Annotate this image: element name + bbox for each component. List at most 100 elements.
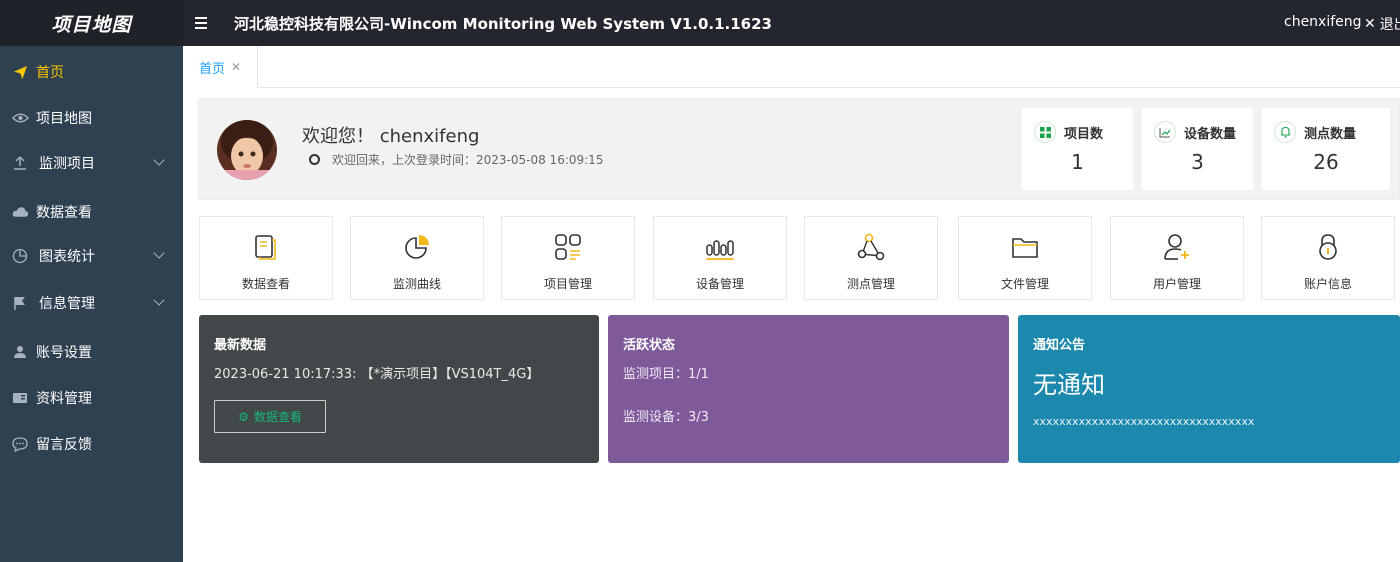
upload-icon [11, 154, 29, 172]
user-name[interactable]: chenxifeng [1284, 14, 1362, 30]
logout-button[interactable]: ✕ 退出 [1364, 14, 1400, 34]
user-icon [11, 343, 29, 361]
sidebar-item-project-map[interactable]: 项目地图 [0, 98, 183, 138]
sidebar-item-data-view[interactable]: 数据查看 [0, 192, 183, 232]
pie-chart-icon [11, 247, 29, 265]
nodes-icon [856, 232, 886, 262]
panel-title: 通知公告 [1033, 338, 1086, 353]
sidebar-item-label: 信息管理 [39, 296, 95, 312]
last-login-text: 欢迎回来，上次登录时间：2023-05-08 16:09:15 [332, 153, 604, 167]
user-add-icon [1162, 232, 1192, 262]
stat-card-projects: 项目数 1 [1022, 108, 1133, 190]
sidebar-item-material-manage[interactable]: 资料管理 [0, 378, 183, 418]
sidebar-item-info-manage[interactable]: 信息管理 [0, 283, 183, 323]
quick-link-point-manage[interactable]: 测点管理 [804, 216, 938, 300]
logo[interactable]: 项目地图 [0, 0, 183, 46]
quick-link-label: 测点管理 [846, 277, 895, 291]
notice-text: xxxxxxxxxxxxxxxxxxxxxxxxxxxxxxxxxx [1033, 415, 1255, 428]
stat-label: 设备数量 [1184, 126, 1237, 142]
sidebar-item-label: 数据查看 [36, 205, 92, 221]
quick-link-label: 项目管理 [543, 277, 592, 291]
gear-icon: ⚙ [238, 409, 249, 424]
quick-link-label: 用户管理 [1152, 277, 1201, 291]
chevron-down-icon [153, 294, 165, 306]
sidebar-item-label: 项目地图 [36, 111, 92, 127]
latest-data-panel: 最新数据 2023-06-21 10:17:33: 【*演示项目】【VS104T… [199, 315, 599, 463]
notice-panel: 通知公告 无通知 xxxxxxxxxxxxxxxxxxxxxxxxxxxxxxx… [1018, 315, 1400, 463]
sidebar-item-label: 图表统计 [39, 249, 95, 265]
sidebar-item-chart-stats[interactable]: 图表统计 [0, 236, 183, 276]
sidebar-item-label: 账号设置 [36, 345, 92, 361]
avatar [217, 120, 277, 180]
apps-icon [553, 232, 583, 262]
logo-text: 项目地图 [51, 13, 132, 36]
stat-label: 测点数量 [1304, 126, 1357, 142]
clock-icon [309, 154, 320, 165]
sidebar-item-label: 首页 [36, 65, 64, 81]
sidebar-item-home[interactable]: 首页 [0, 52, 183, 92]
quick-link-label: 文件管理 [1000, 277, 1049, 291]
sidebar-item-label: 资料管理 [36, 391, 92, 407]
stat-value: 26 [1313, 150, 1339, 174]
latest-data-text: 2023-06-21 10:17:33: 【*演示项目】【VS104T_4G】 [214, 367, 540, 382]
quick-link-monitor-curve[interactable]: 监测曲线 [350, 216, 484, 300]
sidebar-item-label: 留言反馈 [36, 437, 92, 453]
chart-icon [1154, 121, 1176, 143]
send-icon [11, 63, 29, 81]
pie-chart-icon [402, 232, 432, 262]
panel-title: 活跃状态 [623, 338, 676, 353]
quick-link-label: 数据查看 [241, 277, 290, 291]
quick-link-label: 监测曲线 [392, 277, 441, 291]
stat-label: 项目数 [1064, 126, 1104, 142]
quick-link-label: 账户信息 [1303, 277, 1352, 291]
welcome-greeting: 欢迎您！ chenxifeng [302, 126, 480, 147]
sidebar-item-monitor-project[interactable]: 监测项目 [0, 143, 183, 183]
lock-icon [1313, 232, 1343, 262]
panel-title: 最新数据 [214, 338, 267, 353]
quick-link-file-manage[interactable]: 文件管理 [958, 216, 1092, 300]
active-status-panel: 活跃状态 监测项目：1/1 监测设备：3/3 [608, 315, 1009, 463]
tab-home[interactable]: 首页 ✕ [183, 46, 258, 88]
chevron-down-icon [153, 247, 165, 259]
quick-link-device-manage[interactable]: 设备管理 [653, 216, 787, 300]
close-icon[interactable]: ✕ [231, 60, 241, 74]
grid-icon [1034, 121, 1056, 143]
monitor-devices-status: 监测设备：3/3 [623, 410, 709, 425]
quick-link-project-manage[interactable]: 项目管理 [501, 216, 635, 300]
chat-bubble-icon [11, 435, 29, 453]
system-title: 河北稳控科技有限公司-Wincom Monitoring Web System … [234, 15, 772, 33]
monitor-projects-status: 监测项目：1/1 [623, 367, 709, 382]
quick-link-user-manage[interactable]: 用户管理 [1110, 216, 1244, 300]
notice-headline: 无通知 [1033, 371, 1105, 399]
stat-value: 3 [1191, 150, 1204, 174]
sidebar-item-label: 监测项目 [39, 156, 95, 172]
id-card-icon [11, 389, 29, 407]
logout-label: 退出 [1379, 17, 1400, 33]
sidebar-item-account-settings[interactable]: 账号设置 [0, 332, 183, 372]
chevron-down-icon [153, 154, 165, 166]
flag-icon [11, 294, 29, 312]
sidebar-item-feedback[interactable]: 留言反馈 [0, 424, 183, 464]
menu-toggle-icon[interactable] [195, 12, 209, 32]
stat-card-devices: 设备数量 3 [1142, 108, 1253, 190]
main-content: 欢迎您！ chenxifeng 欢迎回来，上次登录时间：2023-05-08 1… [183, 88, 1400, 562]
cloud-icon [11, 203, 29, 221]
data-view-button[interactable]: ⚙ 数据查看 [214, 400, 326, 433]
quick-link-data-view[interactable]: 数据查看 [199, 216, 333, 300]
document-icon [251, 232, 281, 262]
quick-link-account-info[interactable]: 账户信息 [1261, 216, 1395, 300]
bar-chart-icon [705, 232, 735, 262]
bell-icon [1274, 121, 1296, 143]
tab-label: 首页 [198, 61, 225, 77]
sidebar: 首页 项目地图 监测项目 数据查看 图表统计 信息管理 账号设置 资料管理 留言… [0, 46, 183, 562]
quick-link-label: 设备管理 [695, 277, 744, 291]
last-login-info: 欢迎回来，上次登录时间：2023-05-08 16:09:15 [309, 151, 603, 168]
stat-value: 1 [1071, 150, 1084, 174]
stat-card-points: 测点数量 26 [1262, 108, 1390, 190]
tab-bar: 首页 ✕ [183, 46, 1400, 88]
data-view-button-label: 数据查看 [253, 410, 302, 424]
folder-icon [1010, 232, 1040, 262]
close-icon: ✕ [1364, 16, 1376, 32]
welcome-card: 欢迎您！ chenxifeng 欢迎回来，上次登录时间：2023-05-08 1… [198, 98, 1400, 200]
top-bar: 项目地图 河北稳控科技有限公司-Wincom Monitoring Web Sy… [0, 0, 1400, 46]
